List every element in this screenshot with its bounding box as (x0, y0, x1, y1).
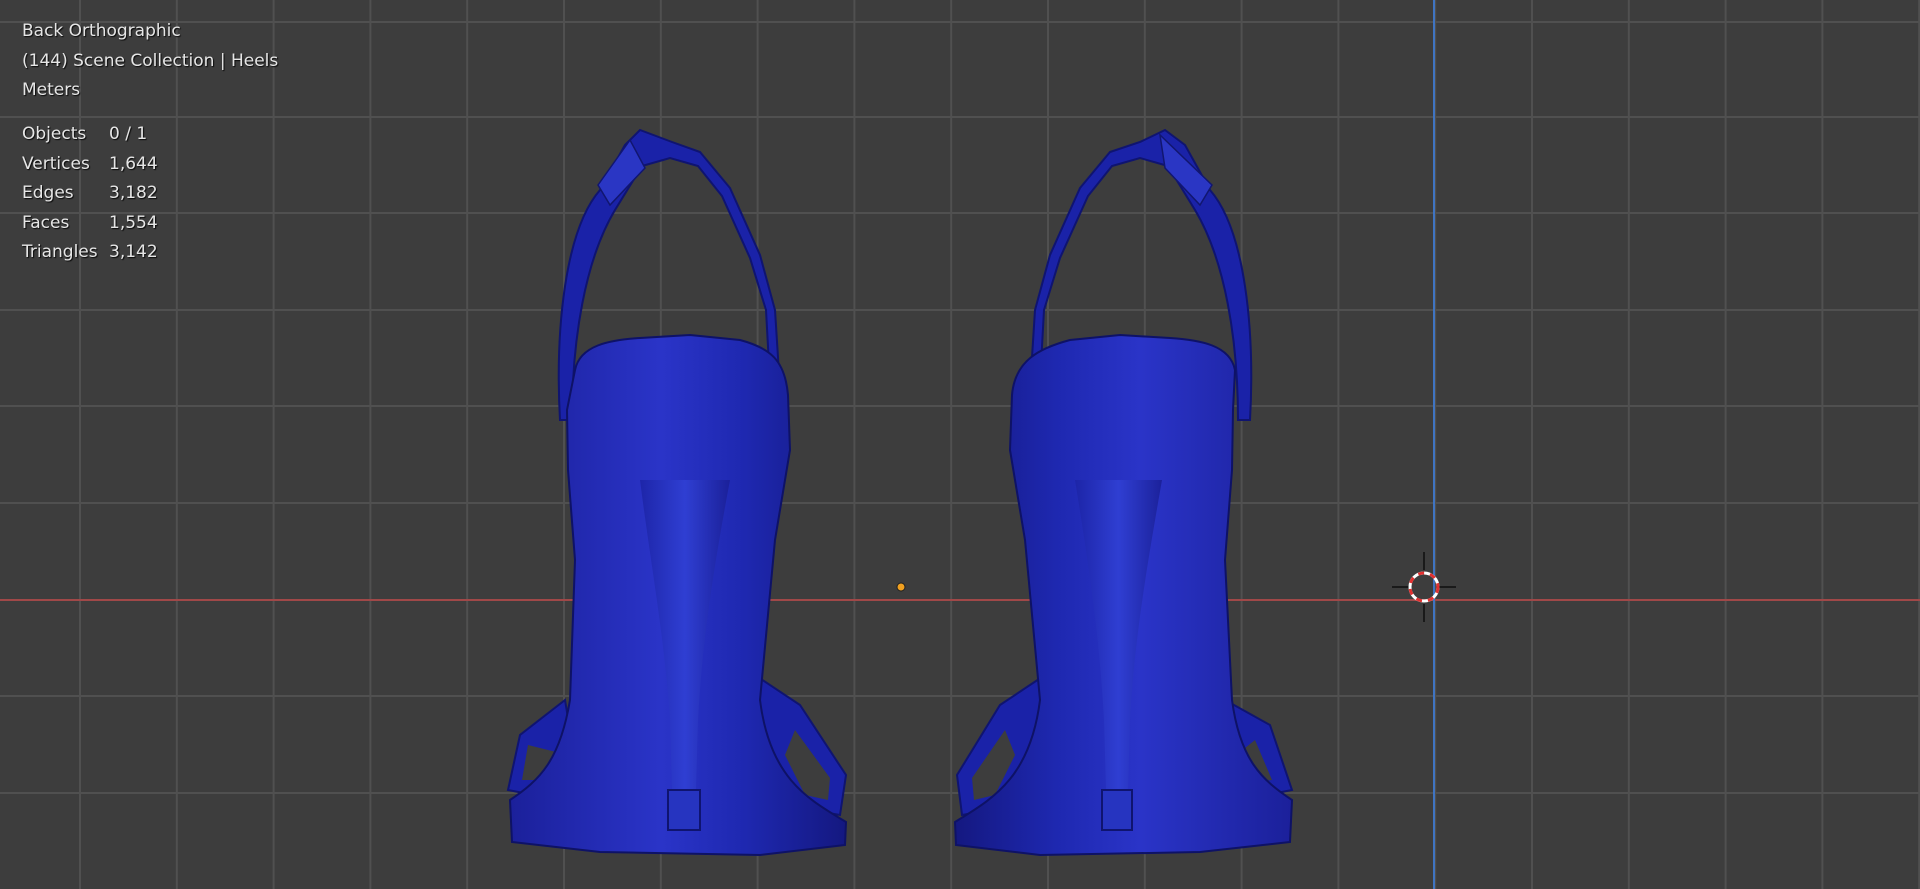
stat-label: Triangles (22, 242, 98, 262)
stat-row-vertices: Vertices 1,644 (22, 150, 158, 180)
scene-statistics: Objects 0 / 1 Vertices 1,644 Edges 3,182… (22, 120, 158, 268)
stat-label: Faces (22, 212, 70, 233)
stat-value: 1,554 (109, 212, 158, 233)
stat-value: 1,644 (109, 153, 158, 174)
stat-label: Objects (22, 124, 87, 144)
left-shoe[interactable] (506, 128, 848, 857)
stat-row-edges: Edges 3,182 (22, 179, 158, 209)
right-shoe[interactable] (953, 128, 1294, 857)
3d-cursor-icon[interactable] (1392, 552, 1456, 622)
scene-objects (506, 128, 1456, 857)
stat-value: 3,182 (109, 183, 158, 203)
stat-label: Edges (22, 183, 74, 203)
origin-point-icon[interactable] (896, 582, 906, 592)
stat-value: 0 / 1 (109, 124, 148, 144)
3d-viewport[interactable]: Back Orthographic (144) Scene Collection… (0, 0, 1920, 889)
stat-label: Vertices (22, 153, 90, 174)
collection-info: (144) Scene Collection | Heels (22, 50, 279, 71)
stat-row-triangles: Triangles 3,142 (22, 238, 158, 268)
stat-row-faces: Faces 1,554 (22, 209, 158, 239)
view-name: Back Orthographic (22, 21, 181, 41)
units-label: Meters (22, 80, 81, 100)
viewport-info-overlay: Back Orthographic (144) Scene Collection… (22, 17, 278, 106)
stat-row-objects: Objects 0 / 1 (22, 120, 158, 150)
stat-value: 3,142 (109, 242, 158, 262)
